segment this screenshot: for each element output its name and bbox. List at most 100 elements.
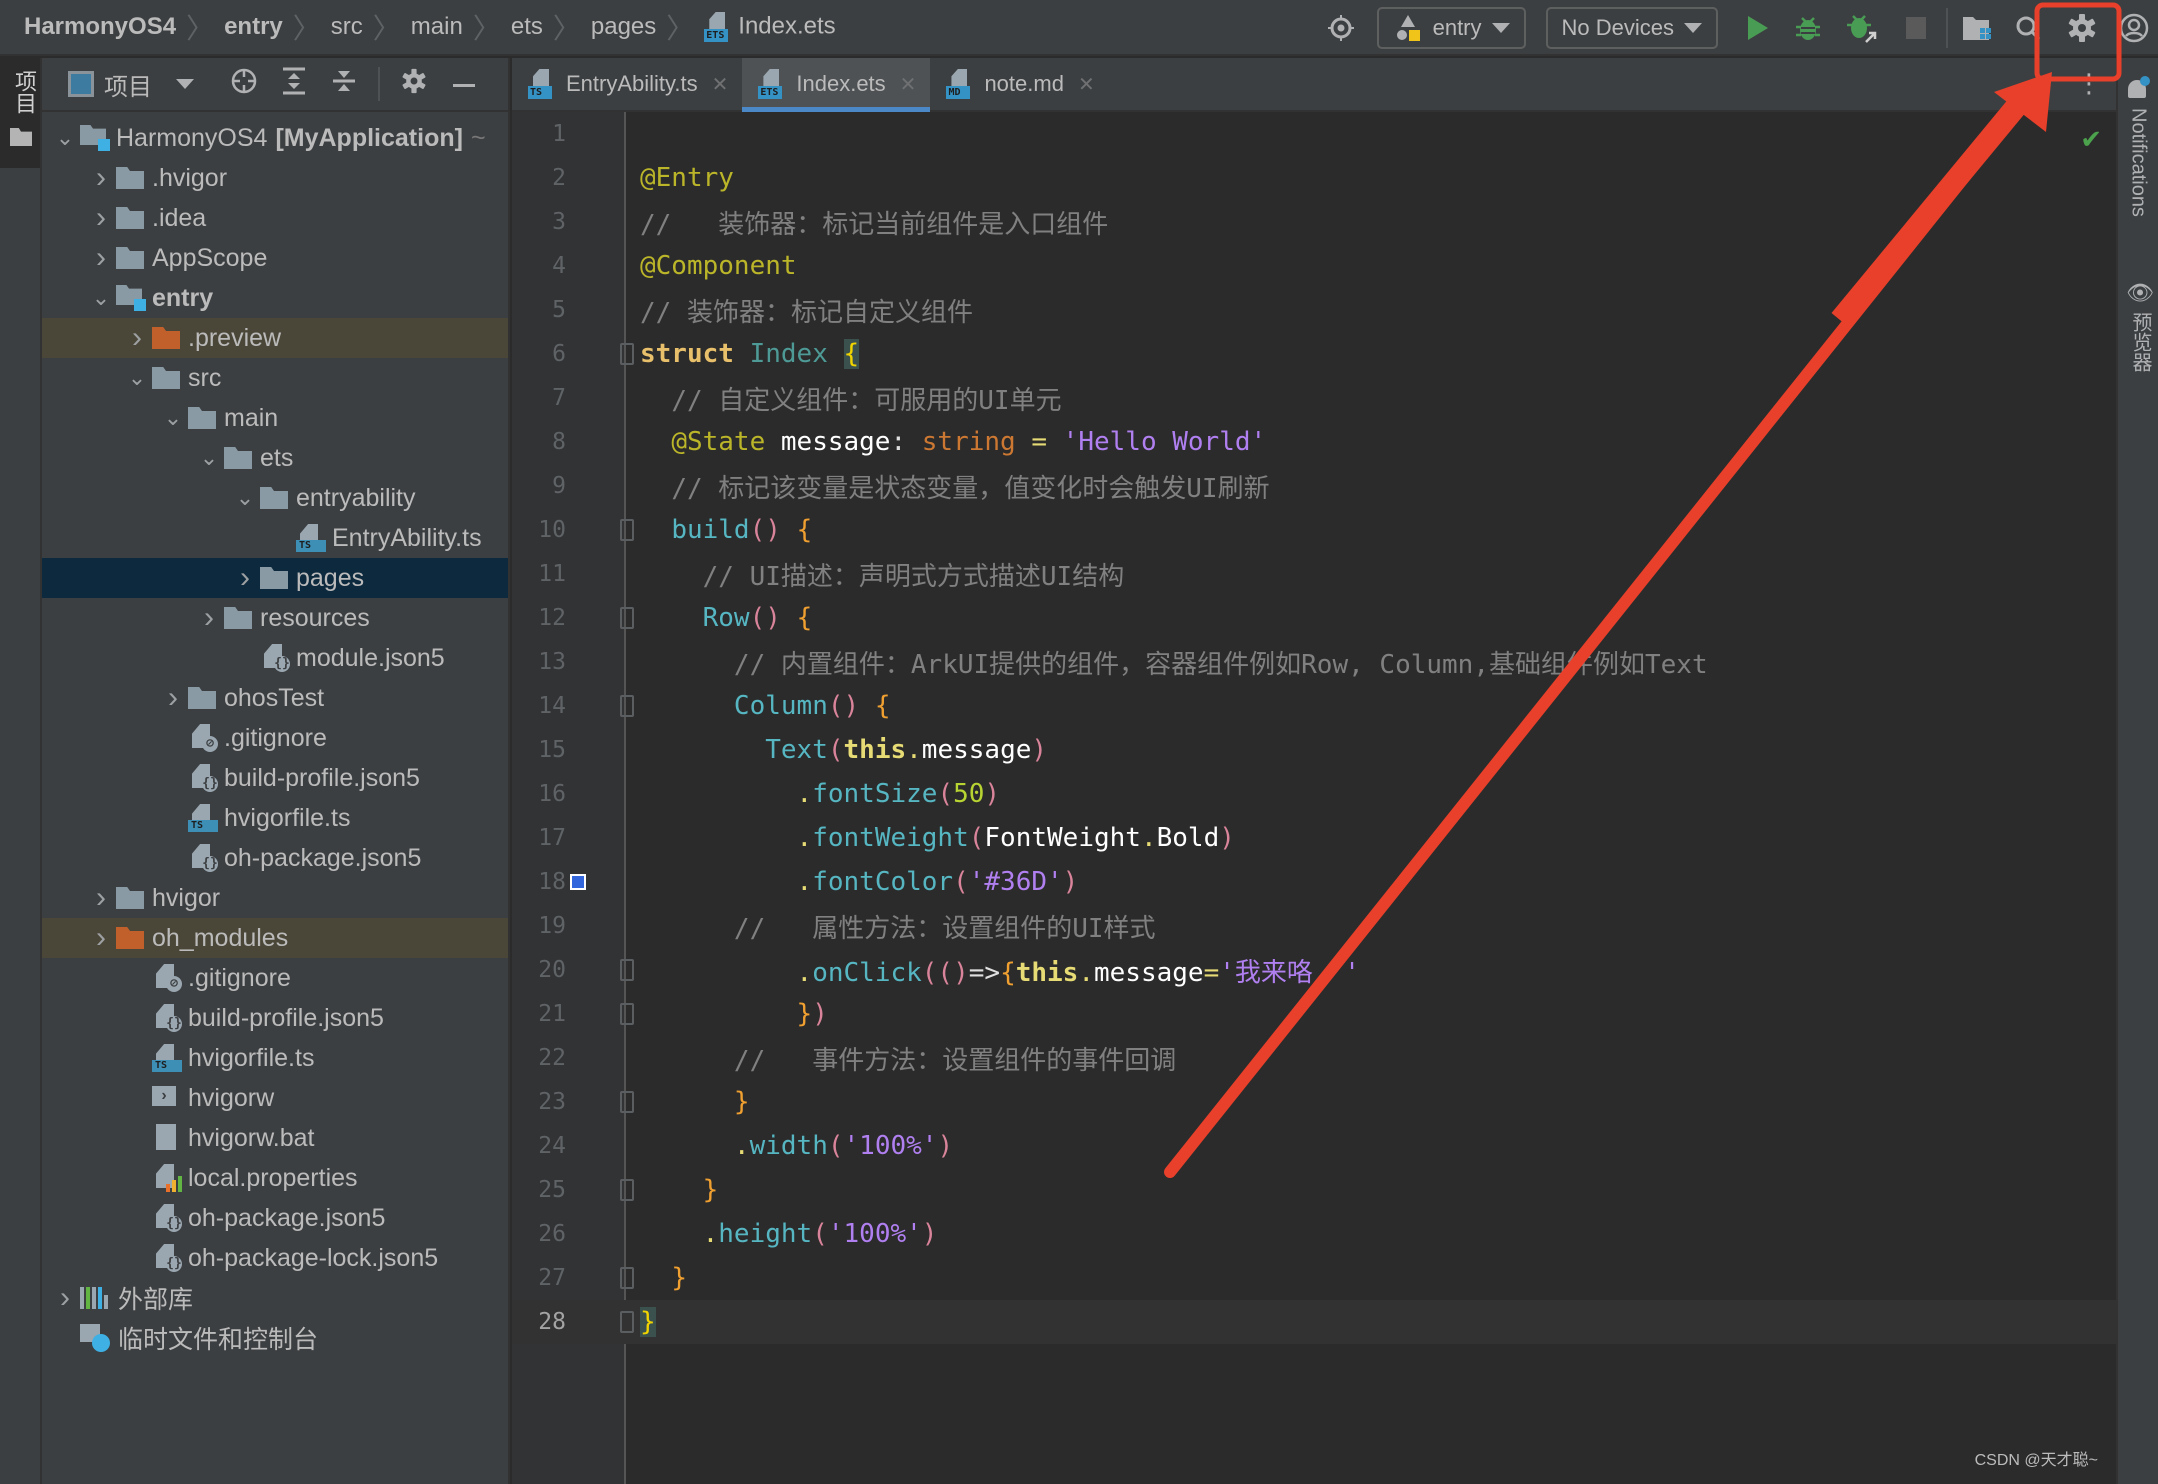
code-line[interactable]: 20 .onClick(()=>{this.message='我来咯 ': [512, 948, 2116, 992]
close-icon[interactable]: ✕: [712, 72, 729, 97]
line-number[interactable]: 14: [512, 693, 584, 719]
fold-marker-icon[interactable]: [620, 1179, 634, 1201]
notifications-tab[interactable]: Notifications: [2126, 76, 2150, 217]
line-number[interactable]: 7: [512, 385, 584, 411]
code-line[interactable]: 14 Column() {: [512, 684, 2116, 728]
line-number[interactable]: 23: [512, 1089, 584, 1115]
fold-marker-icon[interactable]: [620, 607, 634, 629]
expand-all-button[interactable]: [278, 67, 310, 102]
search-button[interactable]: [2008, 8, 2048, 48]
tree-item[interactable]: ›⊘.gitignore: [42, 958, 508, 998]
tree-item[interactable]: ⌄ src: [42, 358, 508, 398]
breadcrumb-item-src[interactable]: src: [331, 13, 363, 41]
tree-item[interactable]: › AppScope: [42, 238, 508, 278]
code-line[interactable]: 24 .width('100%'): [512, 1124, 2116, 1168]
tree-item[interactable]: › .preview: [42, 318, 508, 358]
code-line[interactable]: 18 .fontColor('#36D'): [512, 860, 2116, 904]
tree-item[interactable]: ››hvigorw: [42, 1078, 508, 1118]
line-number[interactable]: 6: [512, 341, 584, 367]
breadcrumb-item-main[interactable]: main: [411, 13, 463, 41]
line-number[interactable]: 9: [512, 473, 584, 499]
stop-button[interactable]: [1896, 8, 1936, 48]
chevron-right-icon[interactable]: ›: [194, 601, 224, 635]
line-number[interactable]: 26: [512, 1221, 584, 1247]
tree-item[interactable]: ›⊘.gitignore: [42, 718, 508, 758]
code-line[interactable]: 27 }: [512, 1256, 2116, 1300]
line-number[interactable]: 8: [512, 429, 584, 455]
line-number[interactable]: 11: [512, 561, 584, 587]
tree-item[interactable]: ›hvigorw.bat: [42, 1118, 508, 1158]
code-line[interactable]: 13 // 内置组件：ArkUI提供的组件，容器组件例如Row, Column,…: [512, 640, 2116, 684]
code-editor[interactable]: 1 2 @Entry 3// 装饰器：标记当前组件是入口组件 4 @Component 5/…: [512, 112, 2116, 1484]
code-line[interactable]: 25 }: [512, 1168, 2116, 1212]
device-selector[interactable]: No Devices: [1545, 7, 1718, 49]
fold-marker-icon[interactable]: [620, 1091, 634, 1113]
tree-item[interactable]: ⌄ entry: [42, 278, 508, 318]
project-structure-button[interactable]: [1958, 8, 1998, 48]
line-number[interactable]: 17: [512, 825, 584, 851]
tree-item[interactable]: ›临时文件和控制台: [42, 1318, 508, 1358]
line-number[interactable]: 21: [512, 1001, 584, 1027]
chevron-right-icon[interactable]: ›: [86, 161, 116, 195]
tree-item[interactable]: › .idea: [42, 198, 508, 238]
line-number[interactable]: 27: [512, 1265, 584, 1291]
breadcrumb-item-file[interactable]: ETS Index.ets: [704, 12, 836, 42]
tree-item[interactable]: › oh_modules: [42, 918, 508, 958]
previewer-tab[interactable]: 👁 预览器: [2126, 278, 2155, 372]
chevron-right-icon[interactable]: ›: [230, 561, 260, 595]
locate-button[interactable]: [1321, 8, 1361, 48]
line-number[interactable]: 20: [512, 957, 584, 983]
fold-marker-icon[interactable]: [620, 1267, 634, 1289]
attach-debugger-button[interactable]: [1842, 8, 1882, 48]
tree-item[interactable]: ⌄ ets: [42, 438, 508, 478]
tree-item[interactable]: ›{}module.json5: [42, 638, 508, 678]
tree-item[interactable]: › .hvigor: [42, 158, 508, 198]
line-number[interactable]: 1: [512, 121, 584, 147]
code-line[interactable]: 1: [512, 112, 2116, 156]
run-button[interactable]: [1738, 8, 1778, 48]
project-tool-tab[interactable]: 项目: [0, 58, 40, 168]
code-line[interactable]: 21 }): [512, 992, 2116, 1036]
code-line[interactable]: 5 // 装饰器：标记自定义组件: [512, 288, 2116, 332]
line-number[interactable]: 15: [512, 737, 584, 763]
tree-item[interactable]: ›TShvigorfile.ts: [42, 1038, 508, 1078]
chevron-down-icon[interactable]: ⌄: [194, 445, 224, 471]
account-button[interactable]: [2114, 8, 2154, 48]
code-line[interactable]: 9 // 标记该变量是状态变量，值变化时会触发UI刷新: [512, 464, 2116, 508]
code-line[interactable]: 15 Text(this.message): [512, 728, 2116, 772]
project-view-selector[interactable]: 项目: [68, 67, 194, 102]
tree-item[interactable]: ›TSEntryAbility.ts: [42, 518, 508, 558]
code-line[interactable]: 17 .fontWeight(FontWeight.Bold): [512, 816, 2116, 860]
chevron-right-icon[interactable]: ›: [86, 921, 116, 955]
line-number[interactable]: 5: [512, 297, 584, 323]
fold-marker-icon[interactable]: [620, 959, 634, 981]
tree-item[interactable]: › hvigor: [42, 878, 508, 918]
hide-panel-button[interactable]: [448, 69, 480, 100]
chevron-right-icon[interactable]: ›: [86, 241, 116, 275]
line-number[interactable]: 16: [512, 781, 584, 807]
code-line[interactable]: 12 Row() {: [512, 596, 2116, 640]
code-line[interactable]: 7 // 自定义组件：可服用的UI单元: [512, 376, 2116, 420]
fold-marker-icon[interactable]: [620, 343, 634, 365]
settings-button[interactable]: [2062, 8, 2102, 48]
code-line[interactable]: 22 // 事件方法：设置组件的事件回调: [512, 1036, 2116, 1080]
chevron-down-icon[interactable]: ⌄: [50, 125, 80, 151]
fold-marker-icon[interactable]: [620, 695, 634, 717]
breadcrumb-item-project[interactable]: HarmonyOS4: [24, 13, 176, 41]
more-options-icon[interactable]: ⋮: [2076, 68, 2102, 99]
tree-item[interactable]: ›{}oh-package-lock.json5: [42, 1238, 508, 1278]
line-number[interactable]: 13: [512, 649, 584, 675]
tree-item[interactable]: ⌄ entryability: [42, 478, 508, 518]
select-opened-file-button[interactable]: [228, 67, 260, 102]
tree-item[interactable]: › pages: [42, 558, 508, 598]
code-line[interactable]: 11 // UI描述：声明式方式描述UI结构: [512, 552, 2116, 596]
line-number[interactable]: 10: [512, 517, 584, 543]
editor-tab[interactable]: TS EntryAbility.ts ✕: [512, 58, 742, 110]
debug-button[interactable]: [1788, 8, 1828, 48]
editor-tab[interactable]: MD note.md ✕: [930, 58, 1108, 110]
tree-item[interactable]: ›local.properties: [42, 1158, 508, 1198]
tree-item[interactable]: ›{}build-profile.json5: [42, 758, 508, 798]
line-number[interactable]: 28: [512, 1309, 584, 1335]
code-line[interactable]: 16 .fontSize(50): [512, 772, 2116, 816]
chevron-down-icon[interactable]: ⌄: [158, 405, 188, 431]
